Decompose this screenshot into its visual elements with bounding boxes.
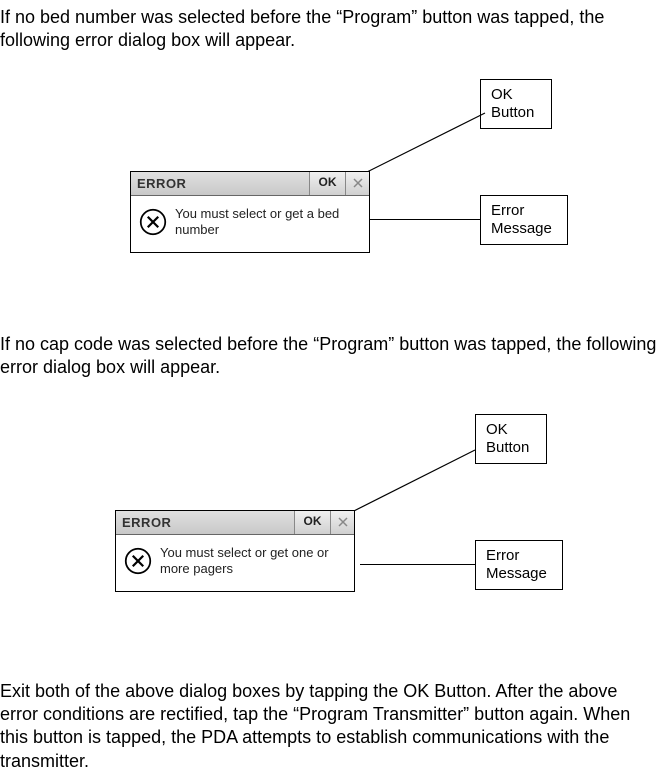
error-dialog-pager: ERROR OK You must select or get one or m… xyxy=(115,510,355,593)
paragraph-intro-1: If no bed number was selected before the… xyxy=(0,6,657,53)
figure-error-pager: OK Button Error Message ERROR OK You mus… xyxy=(0,400,665,650)
dialog-body: You must select or get a bed number xyxy=(131,196,369,253)
callout-ok-button: OK Button xyxy=(480,79,552,129)
dialog-title-2: ERROR xyxy=(116,511,294,534)
dialog-body-2: You must select or get one or more pager… xyxy=(116,535,354,592)
paragraph-exit: Exit both of the above dialog boxes by t… xyxy=(0,680,657,774)
close-icon-2 xyxy=(337,516,349,528)
ok-button-2[interactable]: OK xyxy=(294,511,330,534)
dialog-title: ERROR xyxy=(131,172,309,195)
error-icon xyxy=(139,208,167,236)
dialog-titlebar: ERROR OK xyxy=(131,172,369,196)
error-icon-2 xyxy=(124,547,152,575)
close-icon xyxy=(352,177,364,189)
ok-button[interactable]: OK xyxy=(309,172,345,195)
figure-error-bed: OK Button Error Message ERROR OK You mu xyxy=(0,73,665,303)
paragraph-intro-2: If no cap code was selected before the “… xyxy=(0,333,657,380)
callout-error-message-2: Error Message xyxy=(475,540,563,590)
error-dialog-bed: ERROR OK You must select or get a bed nu… xyxy=(130,171,370,254)
callout-ok-button-2: OK Button xyxy=(475,414,547,464)
error-message-text: You must select or get a bed number xyxy=(175,206,361,239)
callout-error-message: Error Message xyxy=(480,195,568,245)
callout-line-error xyxy=(370,219,480,220)
close-button[interactable] xyxy=(345,172,369,195)
dialog-titlebar-2: ERROR OK xyxy=(116,511,354,535)
close-button-2[interactable] xyxy=(330,511,354,534)
error-message-text-2: You must select or get one or more pager… xyxy=(160,545,346,578)
callout-line-error-2 xyxy=(360,564,475,565)
